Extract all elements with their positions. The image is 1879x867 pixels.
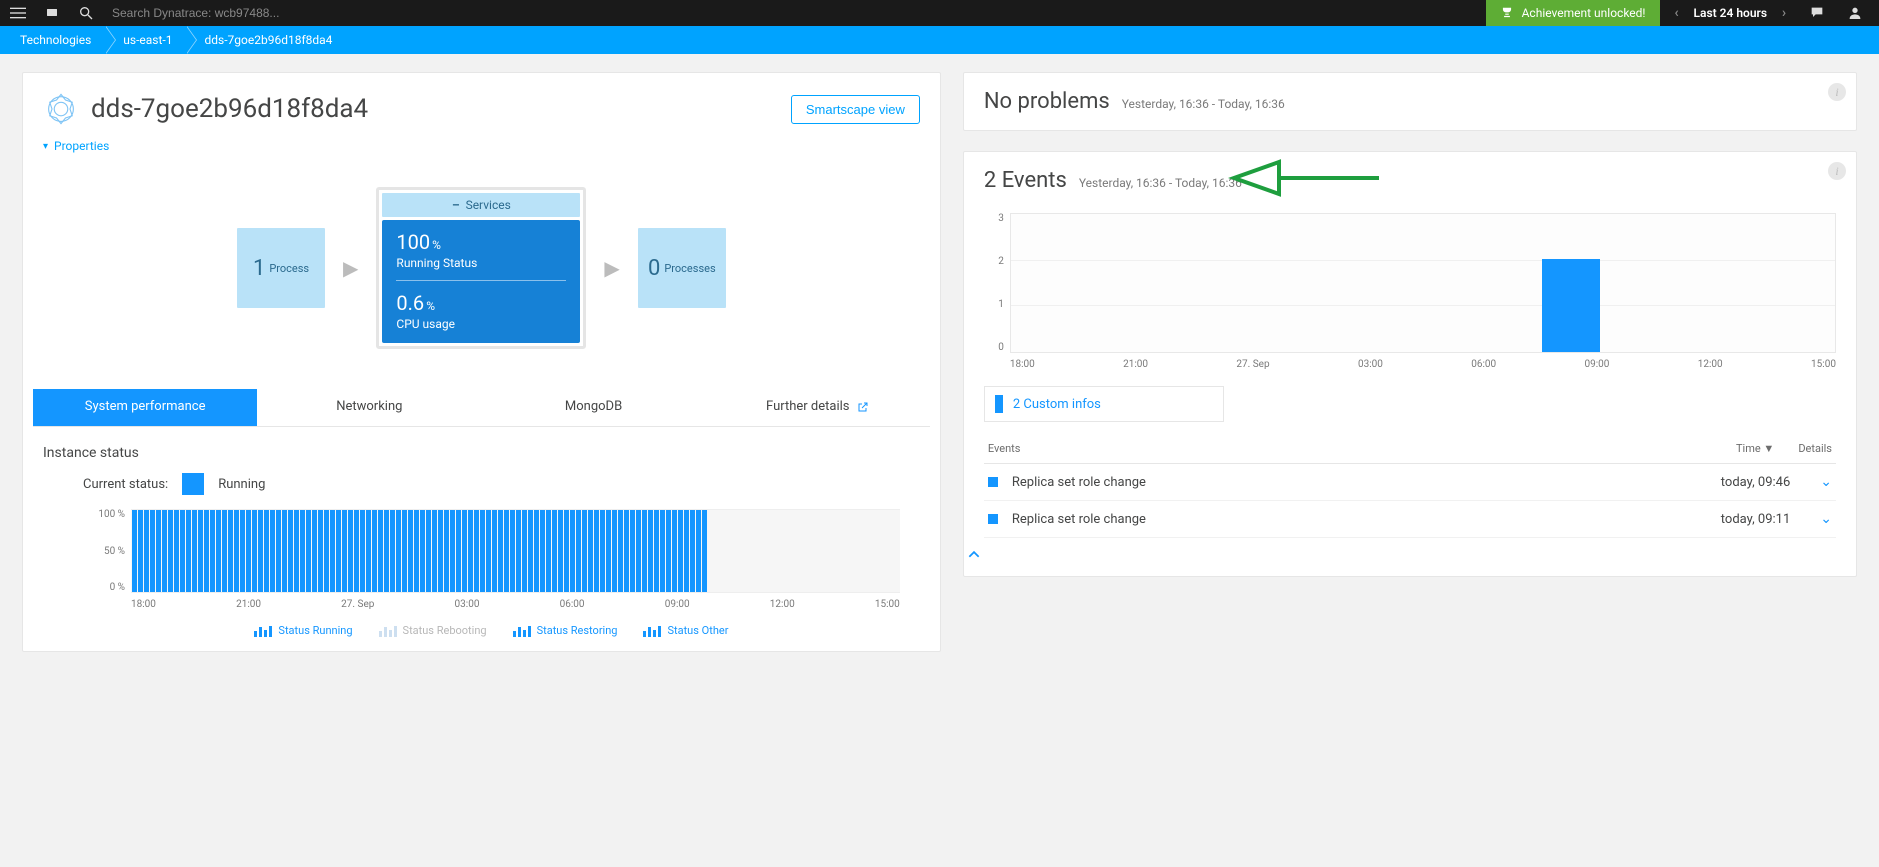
search-icon[interactable] <box>76 3 96 23</box>
legend-item[interactable]: Status Running <box>254 624 352 637</box>
events-table: Events Time ▼ Details Replica set role c… <box>964 422 1856 538</box>
achievement-banner[interactable]: Achievement unlocked! <box>1486 0 1660 26</box>
expand-chevron-icon[interactable]: ⌄ <box>1820 474 1832 490</box>
instance-status-title: Instance status <box>23 427 940 473</box>
properties-label: Properties <box>54 139 109 153</box>
collapse-events-button[interactable] <box>964 538 1856 576</box>
filter-swatch <box>995 395 1003 413</box>
entity-title: dds-7goe2b96d18f8da4 <box>91 94 368 124</box>
properties-toggle[interactable]: ▾ Properties <box>23 139 940 157</box>
current-status-value: Running <box>218 477 265 492</box>
legend-item[interactable]: Status Other <box>643 624 728 637</box>
expand-chevron-icon[interactable]: ⌄ <box>1820 511 1832 527</box>
tab-system-performance[interactable]: System performance <box>33 389 257 426</box>
menu-icon[interactable] <box>8 3 28 23</box>
search-input[interactable] <box>110 5 410 21</box>
chevron-left-icon[interactable]: ‹ <box>1670 5 1684 21</box>
event-name: Replica set role change <box>1012 475 1146 490</box>
col-time[interactable]: Time ▼ <box>1736 442 1774 455</box>
current-status: Current status: Running <box>23 473 940 505</box>
event-type-swatch <box>988 514 998 524</box>
user-icon[interactable] <box>1845 3 1865 23</box>
col-events[interactable]: Events <box>988 442 1021 455</box>
smartscape-view-button[interactable]: Smartscape view <box>791 95 920 124</box>
status-bars[interactable] <box>131 509 900 593</box>
legend-item[interactable]: Status Rebooting <box>379 624 487 637</box>
info-icon[interactable]: i <box>1828 83 1846 101</box>
col-details[interactable]: Details <box>1798 442 1832 455</box>
tab-mongodb[interactable]: MongoDB <box>481 389 705 426</box>
incoming-process-box[interactable]: 1Process <box>237 228 325 308</box>
breadcrumb: Technologies us-east-1 dds-7goe2b96d18f8… <box>0 26 1879 54</box>
entity-metrics-tile[interactable]: – Services 100% Running Status 0.6% CPU … <box>376 187 586 349</box>
instance-status-chart: 100 % 50 % 0 % 18:0021:0027. Sep03:0006:… <box>23 505 940 651</box>
problems-panel: i No problems Yesterday, 16:36 - Today, … <box>963 72 1857 131</box>
events-range: Yesterday, 16:36 - Today, 16:36 <box>1079 176 1242 190</box>
events-chart: 3 2 1 0 18:0021:0027. Sep03:0006:0009:00… <box>964 209 1856 372</box>
event-time: today, 09:11 <box>1721 512 1790 527</box>
outgoing-processes-box[interactable]: 0Processes <box>638 228 726 308</box>
annotation-arrow-icon <box>1224 156 1384 200</box>
dashboard-icon[interactable] <box>42 3 62 23</box>
custom-infos-filter[interactable]: 2 Custom infos <box>984 386 1224 422</box>
breadcrumb-item[interactable]: dds-7goe2b96d18f8da4 <box>186 26 346 54</box>
external-link-icon <box>857 401 869 413</box>
chevron-right-icon[interactable]: › <box>1777 5 1791 21</box>
breadcrumb-item[interactable]: Technologies <box>2 26 105 54</box>
timeframe-label: Last 24 hours <box>1694 6 1767 20</box>
entity-tech-icon <box>43 91 79 127</box>
event-row[interactable]: Replica set role change today, 09:11 ⌄ <box>984 501 1836 538</box>
trophy-icon <box>1500 6 1514 20</box>
metric-tile: 100% Running Status 0.6% CPU usage <box>382 220 580 343</box>
event-name: Replica set role change <box>1012 512 1146 527</box>
chevron-down-icon: ▾ <box>43 141 48 152</box>
entity-panel: dds-7goe2b96d18f8da4 Smartscape view ▾ P… <box>22 72 941 652</box>
events-panel: i 2 Events Yesterday, 16:36 - Today, 16:… <box>963 151 1857 577</box>
status-color-swatch <box>182 473 204 495</box>
detail-tabs: System performance Networking MongoDB Fu… <box>33 389 930 427</box>
chat-icon[interactable] <box>1807 3 1827 23</box>
problems-title: No problems <box>984 89 1110 114</box>
events-bar <box>1542 259 1600 352</box>
events-plot[interactable] <box>1010 213 1836 353</box>
status-legend: Status Running Status Rebooting Status R… <box>83 610 900 641</box>
tab-further-details[interactable]: Further details <box>706 389 930 426</box>
tab-networking[interactable]: Networking <box>257 389 481 426</box>
problems-range: Yesterday, 16:36 - Today, 16:36 <box>1122 97 1285 111</box>
topology-flow: 1Process ▶ – Services 100% Running Statu… <box>23 157 940 389</box>
services-toggle[interactable]: – Services <box>382 193 580 217</box>
events-title: 2 Events <box>984 168 1067 193</box>
flow-arrow-icon: ▶ <box>343 256 358 280</box>
event-row[interactable]: Replica set role change today, 09:46 ⌄ <box>984 464 1836 501</box>
event-type-swatch <box>988 477 998 487</box>
flow-arrow-icon: ▶ <box>604 256 619 280</box>
achievement-text: Achievement unlocked! <box>1522 6 1646 20</box>
timeframe-picker[interactable]: ‹ Last 24 hours › <box>1660 5 1801 21</box>
event-time: today, 09:46 <box>1721 475 1790 490</box>
topbar: Achievement unlocked! ‹ Last 24 hours › <box>0 0 1879 26</box>
legend-item[interactable]: Status Restoring <box>513 624 618 637</box>
breadcrumb-item[interactable]: us-east-1 <box>105 26 186 54</box>
